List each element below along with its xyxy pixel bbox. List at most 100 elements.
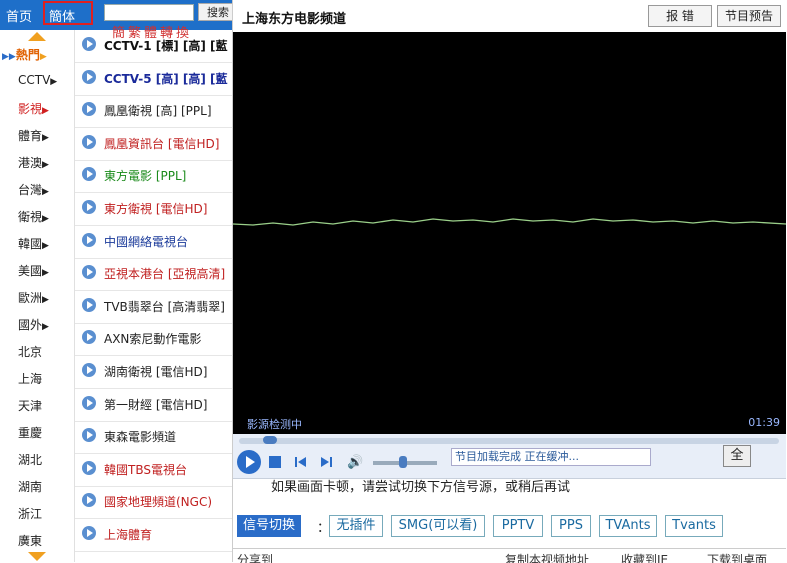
schedule-button[interactable]: 节目预告 bbox=[717, 5, 781, 27]
stop-button[interactable] bbox=[269, 456, 281, 468]
video-status: 影源检测中 bbox=[247, 418, 302, 431]
category-item[interactable]: 上海 bbox=[18, 370, 42, 387]
category-label: 北京 bbox=[18, 345, 43, 359]
search-input[interactable] bbox=[104, 4, 194, 21]
hot-marker-icon: ▶▶ bbox=[2, 52, 16, 62]
channel-name: 鳳凰衛視 [高] [PPL] bbox=[104, 104, 212, 119]
category-item[interactable]: 港澳▶ bbox=[18, 154, 49, 171]
fullscreen-button[interactable]: 全 bbox=[723, 445, 751, 467]
copy-url-button[interactable]: 复制本视频地址 bbox=[505, 551, 589, 563]
volume-icon[interactable]: 🔊 bbox=[347, 455, 363, 470]
category-item[interactable]: ▶▶熱門▶ bbox=[2, 46, 47, 63]
play-icon bbox=[82, 265, 96, 280]
expand-arrow-icon: ▶ bbox=[42, 295, 49, 305]
channel-item[interactable]: TVB翡翠台 [高清翡翠] bbox=[75, 291, 232, 324]
category-item[interactable]: 體育▶ bbox=[18, 127, 49, 144]
next-button[interactable] bbox=[321, 456, 333, 468]
video-time: 01:39 bbox=[748, 416, 780, 429]
expand-arrow-icon: ▶ bbox=[42, 133, 49, 143]
channel-name: 湖南衛視 [電信HD] bbox=[104, 365, 208, 379]
channel-item[interactable]: CCTV-1 [標] [高] [藍 bbox=[75, 30, 232, 63]
category-item[interactable]: 廣東 bbox=[18, 532, 42, 549]
play-button[interactable] bbox=[237, 450, 261, 474]
player-controls: 🔊 节目加载完成 正在缓冲... 全 bbox=[233, 434, 786, 479]
category-label: 美國 bbox=[18, 264, 43, 278]
source-option[interactable]: Tvants bbox=[665, 515, 723, 537]
channel-name: CCTV-5 [高] [高] [藍 bbox=[104, 71, 228, 86]
video-area[interactable]: 影源检测中 01:39 bbox=[233, 32, 786, 434]
category-label: 上海 bbox=[18, 372, 43, 386]
category-item[interactable]: 歐洲▶ bbox=[18, 289, 49, 306]
category-item[interactable]: 天津 bbox=[18, 397, 42, 414]
channel-name: 上海體育 bbox=[104, 528, 153, 542]
channel-item[interactable]: 鳳凰資訊台 [電信HD] bbox=[75, 128, 232, 161]
channel-item[interactable]: AXN索尼動作電影 bbox=[75, 323, 232, 357]
simplified-toggle[interactable]: 簡体 bbox=[43, 1, 93, 25]
expand-arrow-icon: ▶ bbox=[42, 106, 49, 116]
home-link[interactable]: 首页 bbox=[6, 6, 32, 25]
player-status-text: 节目加载完成 正在缓冲... bbox=[451, 448, 651, 466]
channel-item[interactable]: 上海體育 bbox=[75, 519, 232, 552]
category-item[interactable]: 湖北 bbox=[18, 451, 42, 468]
category-item[interactable]: CCTV▶ bbox=[18, 73, 57, 87]
source-option[interactable]: SMG(可以看) bbox=[391, 515, 485, 537]
channel-item[interactable]: 第一財經 [電信HD] bbox=[75, 389, 232, 422]
channel-item[interactable]: 東方電影 [PPL] bbox=[75, 160, 232, 194]
channel-item[interactable]: 東森電影頻道 bbox=[75, 421, 232, 455]
category-label: 浙江 bbox=[18, 507, 43, 521]
category-item[interactable]: 台灣▶ bbox=[18, 181, 49, 198]
category-item[interactable]: 北京 bbox=[18, 343, 42, 360]
channel-item[interactable]: 中國網絡電視台 bbox=[75, 226, 232, 259]
channel-list: CCTV-1 [標] [高] [藍 CCTV-5 [高] [高] [藍 鳳凰衛視 [… bbox=[74, 30, 232, 562]
category-item[interactable]: 韓國▶ bbox=[18, 235, 49, 252]
category-label: 天津 bbox=[18, 399, 43, 413]
play-icon bbox=[82, 493, 96, 508]
category-label: 體育 bbox=[18, 129, 43, 143]
seek-bar[interactable] bbox=[239, 438, 779, 444]
source-option[interactable]: 无插件 bbox=[329, 515, 383, 537]
category-label: 影視 bbox=[18, 102, 43, 116]
report-error-button[interactable]: 报 错 bbox=[648, 5, 712, 27]
channel-item[interactable]: 鳳凰衛視 [高] [PPL] bbox=[75, 95, 232, 129]
channel-item[interactable]: 東方衛視 [電信HD] bbox=[75, 193, 232, 226]
category-item[interactable]: 國外▶ bbox=[18, 316, 49, 333]
channel-item[interactable]: 國家地理頻道(NGC) bbox=[75, 486, 232, 520]
category-label: 歐洲 bbox=[18, 291, 43, 305]
channel-item[interactable]: 亞視本港台 [亞視高清] bbox=[75, 258, 232, 292]
category-item[interactable]: 重慶 bbox=[18, 424, 42, 441]
seek-handle[interactable] bbox=[263, 436, 277, 444]
category-label: 港澳 bbox=[18, 156, 43, 170]
play-icon bbox=[82, 200, 96, 214]
prev-bar-icon bbox=[295, 457, 297, 467]
category-item[interactable]: 美國▶ bbox=[18, 262, 49, 279]
play-icon bbox=[82, 232, 96, 247]
scroll-down-icon[interactable] bbox=[28, 552, 46, 561]
channel-item[interactable]: CCTV-5 [高] [高] [藍 bbox=[75, 63, 232, 96]
channel-name: 東方衛視 [電信HD] bbox=[104, 202, 208, 216]
volume-handle[interactable] bbox=[399, 456, 407, 468]
download-button[interactable]: 下载到桌面 bbox=[707, 551, 767, 563]
category-label: 廣東 bbox=[18, 534, 43, 548]
next-bar-icon bbox=[330, 457, 332, 467]
source-option[interactable]: TVAnts bbox=[599, 515, 657, 537]
source-option[interactable]: PPTV bbox=[493, 515, 543, 537]
category-item[interactable]: 湖南 bbox=[18, 478, 42, 495]
play-icon bbox=[82, 102, 96, 117]
source-option[interactable]: PPS bbox=[551, 515, 591, 537]
channel-name: 第一財經 [電信HD] bbox=[104, 397, 208, 412]
previous-button[interactable] bbox=[295, 456, 307, 468]
next-arrow-icon bbox=[321, 457, 329, 467]
expand-arrow-icon: ▶ bbox=[50, 77, 58, 87]
play-icon bbox=[82, 460, 96, 475]
channel-item[interactable]: 湖南衛視 [電信HD] bbox=[75, 356, 232, 389]
play-icon bbox=[82, 69, 96, 84]
category-item[interactable]: 衛視▶ bbox=[18, 208, 49, 225]
bottom-toolbar: 分享到 复制本视频地址 收藏到IE 下载到桌面 bbox=[233, 548, 786, 563]
expand-arrow-icon: ▶ bbox=[42, 160, 49, 170]
category-item[interactable]: 影視▶ bbox=[18, 100, 49, 117]
collect-button[interactable]: 收藏到IE bbox=[621, 551, 668, 563]
waveform-line bbox=[233, 218, 786, 226]
channel-item[interactable]: 韓國TBS電視台 bbox=[75, 454, 232, 487]
scroll-up-icon[interactable] bbox=[28, 32, 46, 41]
category-item[interactable]: 浙江 bbox=[18, 505, 42, 522]
